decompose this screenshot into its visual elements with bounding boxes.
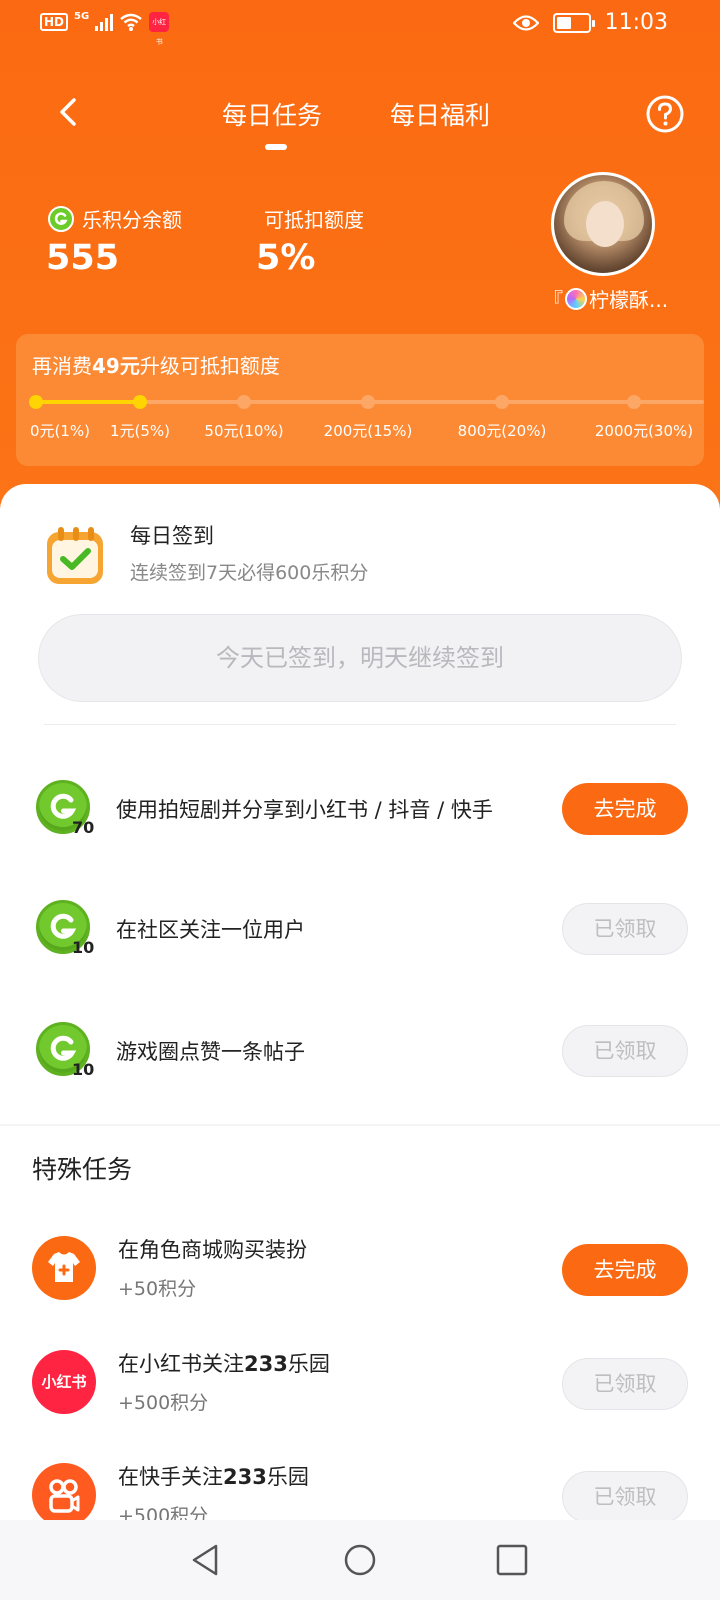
- upgrade-progress-card: 再消费49元升级可抵扣额度 0元(1%) 1元(5%) 50元(10%) 200元(1…: [16, 334, 704, 466]
- signin-title: 每日签到: [130, 524, 214, 548]
- xiaohongshu-icon: 小红书: [32, 1350, 96, 1414]
- hd-indicator: HD: [40, 13, 69, 31]
- claimed-button[interactable]: 已领取: [562, 1358, 688, 1410]
- level-dot: [133, 395, 147, 409]
- progress-fill: [36, 400, 140, 404]
- task-points: 70: [72, 818, 95, 837]
- calendar-check-icon: [47, 527, 103, 584]
- points-label-text: 乐积分余额: [82, 208, 182, 232]
- points-balance-value: 555: [46, 238, 120, 278]
- special-task-title: 在快手关注233乐园: [118, 1465, 309, 1489]
- task-row: 70 使用拍短剧并分享到小红书 / 抖音 / 快手 去完成: [0, 770, 720, 850]
- task-row: 10 在社区关注一位用户 已领取: [0, 890, 720, 970]
- task-label: 在社区关注一位用户: [116, 918, 305, 942]
- special-task-title: 在角色商城购买装扮: [118, 1238, 307, 1262]
- active-tab-indicator: [265, 144, 287, 150]
- deduct-rate-value: 5%: [256, 238, 316, 278]
- lollipop-icon: [565, 287, 587, 310]
- level-label: 200元(15%): [323, 422, 413, 440]
- special-task-row: 小红书 在小红书关注233乐园 +500积分 已领取: [0, 1346, 720, 1446]
- special-task-reward: +500积分: [118, 1392, 209, 1414]
- tshirt-icon: [32, 1236, 96, 1300]
- deduct-rate-label: 可抵扣额度: [264, 208, 364, 232]
- eye-comfort-icon: [512, 14, 539, 31]
- clock: 11:03: [604, 10, 668, 35]
- claimed-button[interactable]: 已领取: [562, 1471, 688, 1523]
- task-label: 游戏圈点赞一条帖子: [116, 1040, 305, 1064]
- level-label: 0元(1%): [29, 422, 91, 440]
- special-task-title: 在小红书关注233乐园: [118, 1352, 330, 1376]
- avatar[interactable]: [551, 172, 655, 276]
- lepoints-coin-icon: [48, 205, 74, 232]
- kuaishou-icon: [32, 1463, 96, 1527]
- back-arrow-icon[interactable]: [50, 92, 90, 132]
- claimed-button[interactable]: 已领取: [562, 1025, 688, 1077]
- tab-daily-tasks[interactable]: 每日任务: [222, 96, 322, 132]
- special-task-reward: +50积分: [118, 1278, 197, 1300]
- section-title: 特殊任务: [32, 1155, 133, 1184]
- go-complete-button[interactable]: 去完成: [562, 1244, 688, 1296]
- tab-daily-benefits[interactable]: 每日福利: [390, 96, 490, 132]
- points-balance-label: 乐积分余额: [48, 204, 182, 233]
- user-nickname[interactable]: 『 柠檬酥...: [543, 284, 668, 313]
- system-nav-bar: [0, 1520, 720, 1600]
- level-dot: [495, 395, 509, 409]
- battery-icon: [552, 12, 595, 33]
- daily-tasks-card: 每日签到 连续签到7天必得600乐积分 今天已签到，明天继续签到 70 使用拍短…: [0, 484, 720, 1124]
- level-label: 800元(20%): [457, 422, 547, 440]
- nav-back-icon[interactable]: [188, 1542, 224, 1578]
- signal-icon: [95, 13, 114, 31]
- task-row: 10 游戏圈点赞一条帖子 已领取: [0, 1012, 720, 1092]
- wifi-icon: [120, 13, 142, 31]
- nav-home-icon[interactable]: [342, 1542, 378, 1578]
- upgrade-hint: 再消费49元升级可抵扣额度: [32, 354, 280, 378]
- network-type: 5G: [74, 10, 90, 22]
- task-label: 使用拍短剧并分享到小红书 / 抖音 / 快手: [116, 798, 493, 822]
- level-label: 50元(10%): [204, 422, 284, 440]
- nav-recents-icon[interactable]: [494, 1542, 530, 1578]
- level-label: 1元(5%): [109, 422, 171, 440]
- divider: [44, 724, 676, 725]
- status-bar: HD 5G 小红书 11:03: [0, 0, 720, 48]
- task-points: 10: [72, 938, 95, 957]
- level-dot: [29, 395, 43, 409]
- level-dot: [627, 395, 641, 409]
- level-dot: [361, 395, 375, 409]
- signin-subtitle: 连续签到7天必得600乐积分: [130, 562, 369, 584]
- claimed-button[interactable]: 已领取: [562, 903, 688, 955]
- task-points: 10: [72, 1060, 95, 1079]
- level-label: 2000元(30%): [594, 422, 694, 440]
- level-dot: [237, 395, 251, 409]
- help-icon[interactable]: [645, 94, 685, 134]
- special-task-row: 在角色商城购买装扮 +50积分 去完成: [0, 1232, 720, 1332]
- app-notification-icon: 小红书: [149, 12, 170, 46]
- go-complete-button[interactable]: 去完成: [562, 783, 688, 835]
- signin-button[interactable]: 今天已签到，明天继续签到: [38, 614, 682, 702]
